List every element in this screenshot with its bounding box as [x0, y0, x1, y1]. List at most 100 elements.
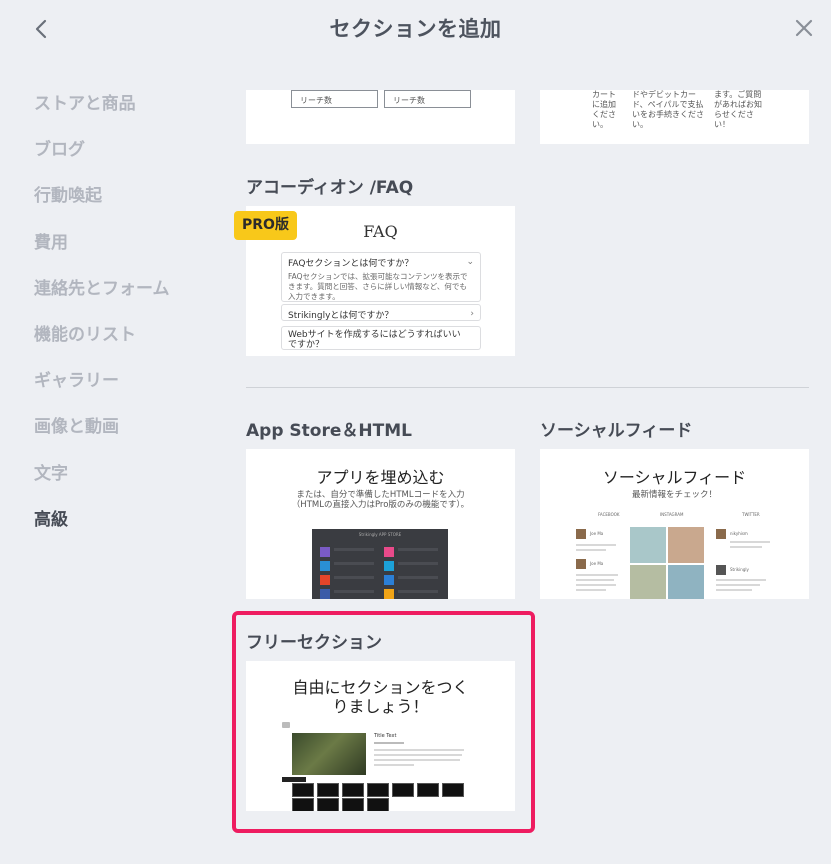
post-text-line [716, 589, 752, 591]
tool-button-button [392, 783, 414, 797]
appstore-heading: アプリを埋め込む [316, 468, 445, 487]
sidebar-item-image-video[interactable]: 画像と動画 [34, 413, 224, 459]
free-section-heading: 自由にセクションをつく りましょう！ [292, 678, 469, 716]
avatar [576, 529, 586, 539]
faq-question: FAQセクションとは何ですか？ [288, 259, 414, 269]
chevron-down-icon: ⌄ [466, 257, 474, 267]
sidebar-item-pricing[interactable]: 費用 [34, 229, 224, 275]
app-row-line [398, 562, 438, 565]
tool-button-signup [417, 783, 439, 797]
instagram-photo [630, 527, 666, 563]
app-icon [320, 547, 330, 557]
sidebar-item-call-to-action[interactable]: 行動喚起 [34, 182, 224, 228]
social-heading: ソーシャルフィード [602, 468, 747, 487]
app-row-line [334, 562, 374, 565]
post-text-line [716, 584, 760, 586]
app-row-line [334, 548, 374, 551]
faq-question: Webサイトを作成するにはどうすればいいですか？ [288, 330, 461, 350]
reach-label: リーチ数 [300, 96, 332, 105]
app-row-line [398, 548, 438, 551]
app-row-line [398, 576, 438, 579]
tool-button-text [317, 783, 339, 797]
app-icon [384, 589, 394, 599]
social-subtext: 最新情報をチェック！ [631, 490, 717, 500]
reach-label: リーチ数 [393, 96, 425, 105]
post-text-line [576, 589, 606, 591]
section-label-social: ソーシャルフィード [540, 421, 693, 441]
preview-text-line [374, 754, 462, 756]
tool-button [292, 798, 314, 811]
appstore-thumbnail[interactable]: アプリを埋め込む または、自分で準備したHTMLコードを入力（HTMLの直接入力… [246, 449, 515, 599]
preview-image [292, 733, 366, 775]
app-row-line [334, 590, 374, 593]
close-button[interactable] [793, 17, 815, 39]
sidebar-item-feature-list[interactable]: 機能のリスト [34, 321, 224, 367]
post-text-line [576, 574, 618, 576]
app-icon [384, 547, 394, 557]
section-label-faq: アコーディオン /FAQ [246, 178, 414, 198]
sidebar-item-contact-form[interactable]: 連絡先とフォーム [34, 275, 224, 321]
sidebar-item-gallery[interactable]: ギャラリー [34, 367, 224, 413]
sidebar-item-store[interactable]: ストアと商品 [34, 90, 224, 136]
partial-text-3: ます。ご質問 があればお知 らせくださ い！ [714, 90, 762, 129]
tool-button-contact-form [442, 783, 464, 797]
app-row-line [334, 576, 374, 579]
social-feed-thumbnail[interactable]: ソーシャルフィード 最新情報をチェック！ FACEBOOK INSTAGRAM … [540, 449, 809, 599]
preview-text-line [374, 742, 404, 744]
preview-text-line [374, 749, 464, 751]
preview-text-line [374, 759, 460, 761]
toolbar-label [282, 777, 306, 782]
reach-box-2: リーチ数 [384, 90, 471, 108]
sidebar-item-advanced[interactable]: 高級 [34, 506, 224, 552]
tool-button [317, 798, 339, 811]
app-icon [384, 561, 394, 571]
avatar [716, 565, 726, 575]
social-username: Strikingly [730, 567, 749, 572]
partial-card-left[interactable]: リーチ数 リーチ数 [246, 90, 515, 144]
tool-button-image [342, 783, 364, 797]
tool-button [367, 798, 389, 811]
section-divider [246, 387, 809, 388]
pro-badge: PRO版 [234, 211, 297, 240]
app-store-panel: Strikingly APP STORE [312, 529, 448, 599]
social-username: nikyhism [730, 531, 748, 536]
appstore-subtext: または、自分で準備したHTMLコードを入力（HTMLの直接入力はPro版のみの機… [291, 490, 470, 510]
post-text-line [576, 549, 606, 551]
sidebar-item-text[interactable]: 文字 [34, 460, 224, 506]
reach-box-1: リーチ数 [291, 90, 378, 108]
social-username: Joe Ma [590, 561, 604, 566]
instagram-photo [668, 565, 704, 599]
social-username: Joe Ma [590, 531, 604, 536]
tool-button-heading [292, 783, 314, 797]
section-label-free: フリーセクション [246, 633, 382, 653]
partial-text-2: ドやデビットカー ド、ペイパルで支払 いをお手続きくださ い。 [632, 90, 704, 129]
avatar [716, 529, 726, 539]
free-section-thumbnail[interactable]: 自由にセクションをつく りましょう！ Title Text [246, 661, 515, 811]
editor-toolbar [292, 783, 472, 811]
faq-item-open: FAQセクションとは何ですか？ ⌄ FAQセクションでは、拡張可能なコンテンツを表… [281, 252, 481, 302]
column-label-instagram: INSTAGRAM [660, 512, 684, 517]
instagram-photo [668, 527, 704, 563]
chevron-right-icon: › [470, 309, 474, 319]
tool-button-video [367, 783, 389, 797]
partial-text-1: カート に追加 くださ い。 [592, 90, 616, 129]
post-text-line [716, 579, 766, 581]
section-label-appstore: App Store＆HTML [246, 421, 412, 441]
faq-answer: FAQセクションでは、拡張可能なコンテンツを表示できます。質問と回答、さらに詳し… [288, 272, 468, 301]
app-icon [320, 575, 330, 585]
post-text-line [576, 584, 616, 586]
sidebar-item-blog[interactable]: ブログ [34, 136, 224, 182]
post-text-line [730, 541, 770, 543]
post-text-line [730, 546, 762, 548]
app-icon [384, 575, 394, 585]
preview-title: Title Text [374, 733, 397, 739]
app-icon [320, 561, 330, 571]
edit-toggle-icon [282, 722, 290, 728]
tool-button [342, 798, 364, 811]
faq-item: Webサイトを作成するにはどうすればいいですか？ [281, 326, 481, 350]
close-icon [795, 19, 813, 37]
faq-question: Strikinglyとは何ですか？ [288, 311, 394, 321]
post-text-line [576, 579, 614, 581]
partial-card-right[interactable]: カート に追加 くださ い。 ドやデビットカー ド、ペイパルで支払 いをお手続き… [540, 90, 809, 144]
avatar [576, 559, 586, 569]
